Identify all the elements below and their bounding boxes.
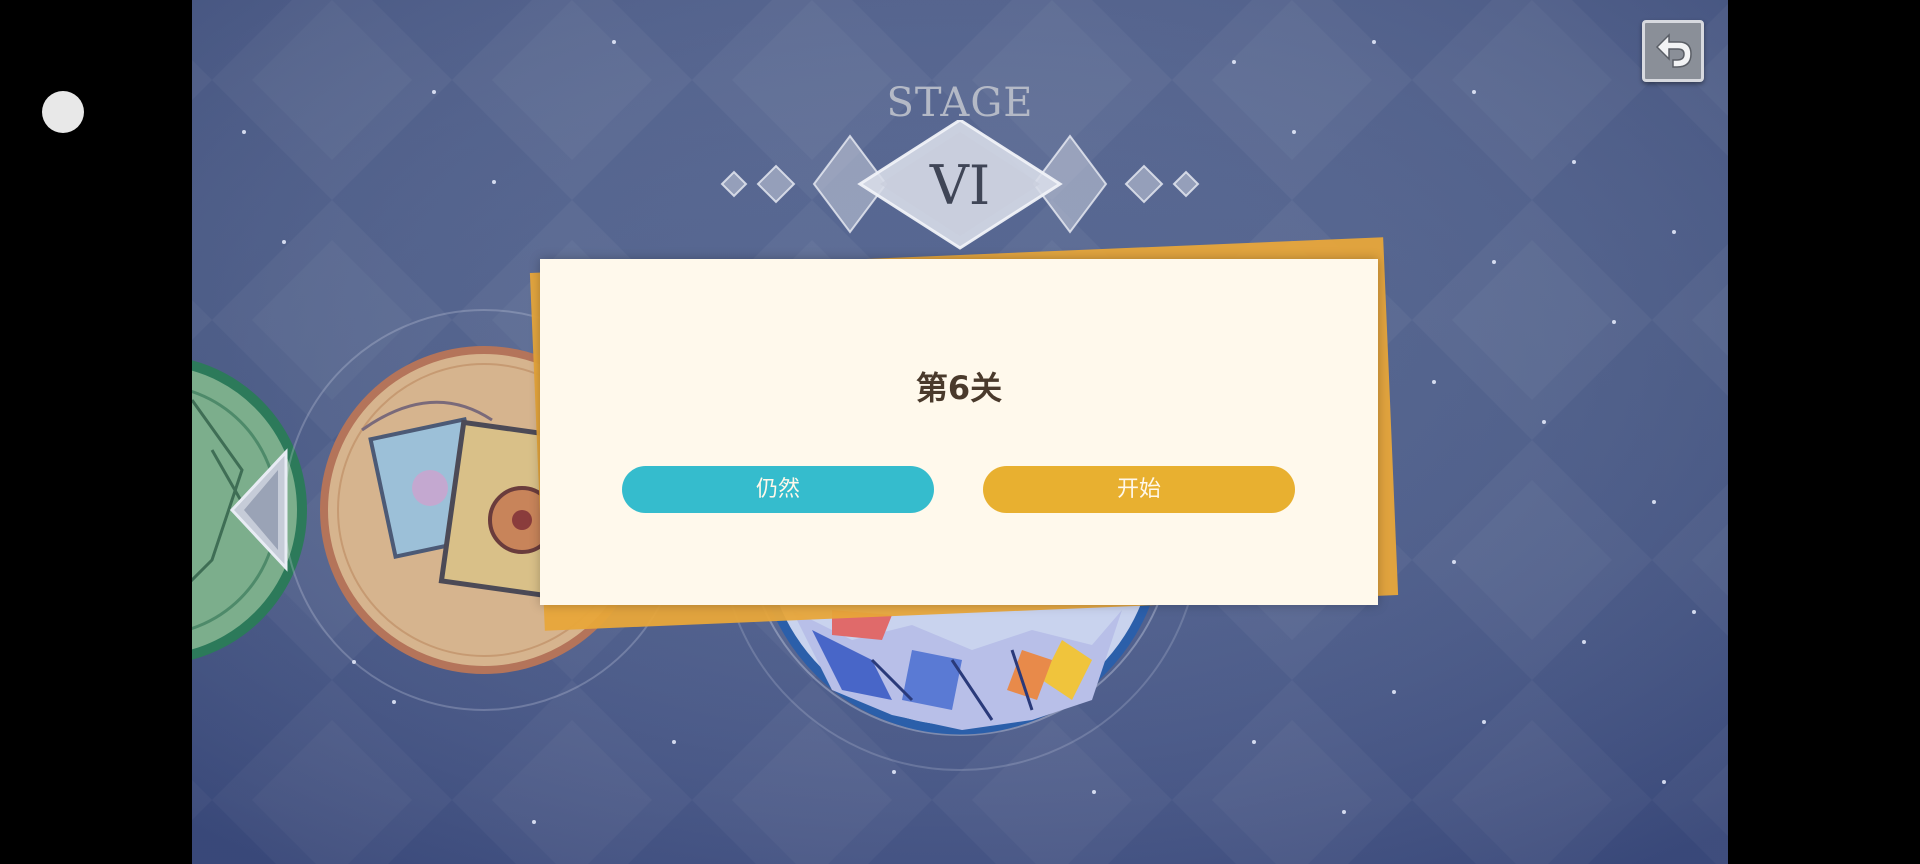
start-button[interactable]: 开始	[983, 466, 1295, 513]
cancel-button[interactable]: 仍然	[622, 466, 934, 513]
system-indicator-dot	[42, 91, 84, 133]
dialog-title: 第6关	[915, 369, 1003, 407]
stage-confirm-dialog: 第6关 仍然 开始	[540, 259, 1378, 605]
back-arrow-icon	[1655, 33, 1692, 68]
stage-number: VI	[929, 154, 991, 217]
game-screen: STAGE VI 第6关 仍然 开始	[0, 0, 1920, 864]
game-viewport: STAGE VI 第6关 仍然 开始	[192, 0, 1728, 864]
left-arrow-icon[interactable]	[228, 448, 290, 572]
back-button[interactable]	[1642, 20, 1704, 82]
